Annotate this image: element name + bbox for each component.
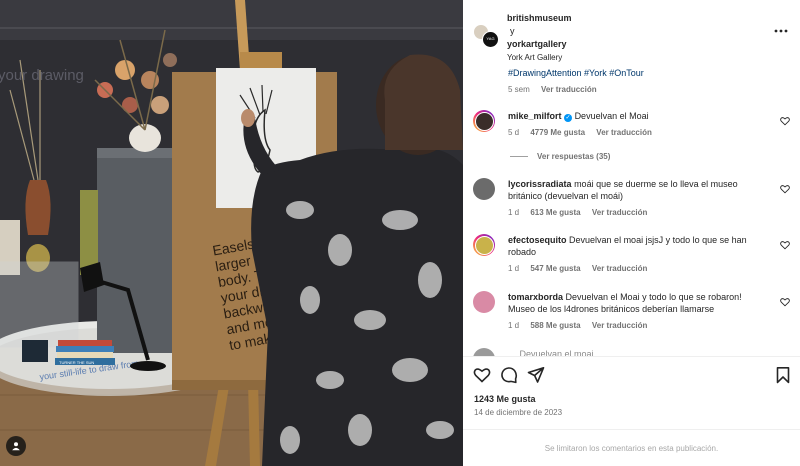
comment-translate-link[interactable]: Ver traducción (596, 128, 652, 137)
comment-likes[interactable]: 613 Me gusta (530, 208, 580, 217)
comment-likes[interactable]: 4779 Me gusta (530, 128, 585, 137)
comment-age: 1 d (508, 264, 520, 273)
author-britishmuseum[interactable]: britishmuseum (507, 13, 572, 23)
author-yorkartgallery[interactable]: yorkartgallery (507, 39, 567, 49)
heart-icon[interactable] (780, 297, 790, 307)
caption-hashtags[interactable]: #DrawingAttention #York #OnTour (508, 68, 644, 78)
caption-meta: 5 sem Ver traducción (508, 85, 606, 94)
post-header: YAG britishmuseum y yorkartgallery York … (463, 0, 800, 64)
post-location[interactable]: York Art Gallery (507, 53, 562, 62)
comment-age: 1 d (508, 321, 520, 330)
comment-translate-link[interactable]: Ver traducción (592, 208, 648, 217)
comment-avatar[interactable] (473, 110, 495, 132)
avatar-yorkartgallery[interactable]: YAG (482, 31, 499, 48)
user-tag-icon (12, 442, 20, 451)
post-panel: YAG britishmuseum y yorkartgallery York … (463, 0, 800, 466)
comment-username[interactable]: lycorissradiata (508, 179, 572, 189)
caption-age: 5 sem (508, 85, 530, 94)
comment-body: tomarxborda Devuelvan el Moai y todo lo … (508, 291, 770, 315)
comment-meta: 1 d 613 Me gusta Ver traducción (508, 208, 656, 217)
comments-limited-notice: Se limitaron los comentarios en esta pub… (463, 429, 800, 466)
comment-text: Devuelvan el Moai (574, 111, 649, 121)
comment-text-partial: … Devuelvan el moai (508, 349, 594, 356)
book-spine-text: TURNER THE SUN (59, 360, 94, 365)
heart-icon[interactable] (780, 184, 790, 194)
heart-icon[interactable] (473, 366, 491, 384)
comment-meta: 1 d 547 Me gusta Ver traducción (508, 264, 656, 273)
user-tag-button[interactable] (6, 436, 26, 456)
comment-avatar[interactable] (473, 291, 495, 313)
post-authors: britishmuseum y yorkartgallery York Art … (507, 12, 572, 64)
comment-body: mike_milfort ✓ Devuelvan el Moai (508, 110, 770, 122)
comments-list[interactable]: #DrawingAttention #York #OnTour 5 sem Ve… (463, 64, 800, 356)
comment-avatar[interactable] (473, 234, 495, 256)
comment-likes[interactable]: 547 Me gusta (530, 264, 580, 273)
wall-text: your drawing (0, 67, 84, 84)
comment-username[interactable]: tomarxborda (508, 292, 563, 302)
heart-icon[interactable] (780, 116, 790, 126)
replies-divider (510, 156, 528, 158)
share-icon[interactable] (527, 366, 545, 384)
author-conjunction: y (510, 26, 515, 36)
post-like-count[interactable]: 1243 Me gusta (474, 394, 536, 404)
comment-translate-link[interactable]: Ver traducción (592, 264, 648, 273)
verified-badge-icon: ✓ (564, 114, 573, 122)
comment-age: 1 d (508, 208, 520, 217)
post-date: 14 de diciembre de 2023 (474, 408, 563, 417)
comment-icon[interactable] (500, 366, 518, 384)
comment-likes[interactable]: 588 Me gusta (530, 321, 580, 330)
heart-icon[interactable] (780, 240, 790, 250)
comment-avatar[interactable] (473, 348, 495, 356)
collab-avatars[interactable]: YAG (473, 24, 503, 48)
comment-username[interactable]: efectosequito (508, 235, 567, 245)
caption-translate-link[interactable]: Ver traducción (541, 85, 597, 94)
comment-translate-link[interactable]: Ver traducción (592, 321, 648, 330)
comment-body: efectosequito Devuelvan el moai jsjsJ y … (508, 234, 770, 258)
comment-meta: 1 d 588 Me gusta Ver traducción (508, 321, 656, 330)
comment-body: lycorissradiata moái que se duerme se lo… (508, 178, 770, 202)
more-icon[interactable] (774, 28, 788, 34)
view-replies-link[interactable]: Ver respuestas (35) (510, 152, 610, 161)
post-actions: 1243 Me gusta 14 de diciembre de 2023 Se… (463, 356, 800, 466)
view-replies-label: Ver respuestas (35) (537, 152, 611, 161)
comment-age: 5 d (508, 128, 520, 137)
photo-artwork: your still-life to draw from TURNER THE … (0, 0, 463, 466)
comment-meta: 5 d 4779 Me gusta Ver traducción (508, 128, 661, 137)
post-photo[interactable]: your still-life to draw from TURNER THE … (0, 0, 463, 466)
bookmark-icon[interactable] (774, 366, 792, 384)
comment-username[interactable]: mike_milfort (508, 111, 562, 121)
comment-avatar[interactable] (473, 178, 495, 200)
